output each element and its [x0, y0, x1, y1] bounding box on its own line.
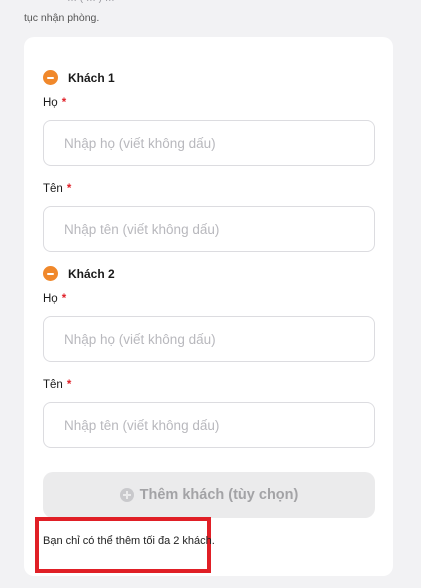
- guest-1-last-name-input[interactable]: [43, 120, 375, 166]
- remove-guest-2-icon[interactable]: [43, 266, 58, 281]
- guest-2-first-name-input[interactable]: [43, 402, 375, 448]
- required-mark: *: [66, 183, 72, 195]
- guest-2-first-name-label: Tên *: [43, 379, 71, 391]
- guest-1-first-name-input[interactable]: [43, 206, 375, 252]
- checkin-note: tục nhận phòng.: [24, 12, 100, 24]
- add-guest-button[interactable]: Thêm khách (tùy chọn): [43, 472, 375, 518]
- required-mark: *: [61, 293, 67, 305]
- label-text: Họ: [43, 97, 58, 109]
- required-mark: *: [66, 379, 72, 391]
- guest-1-last-name-label: Họ *: [43, 97, 66, 109]
- guest-1-header: Khách 1: [43, 70, 115, 85]
- required-mark: *: [61, 97, 67, 109]
- plus-circle-icon: [119, 488, 134, 502]
- label-text: Tên: [43, 379, 63, 391]
- remove-guest-1-icon[interactable]: [43, 70, 58, 85]
- add-guest-label: Thêm khách (tùy chọn): [139, 487, 299, 503]
- guest-2-header: Khách 2: [43, 266, 115, 281]
- label-text: Tên: [43, 183, 63, 195]
- guest-1-title: Khách 1: [68, 70, 115, 85]
- guest-1-first-name-label: Tên *: [43, 183, 71, 195]
- label-text: Họ: [43, 293, 58, 305]
- guest-form-card: Khách 1 Họ* Tên* Khách 2 Họ* Tên* Thêm k…: [24, 37, 393, 576]
- guest-2-last-name-label: Họ *: [43, 293, 66, 305]
- guest-2-title: Khách 2: [68, 266, 115, 281]
- guest-limit-message: Bạn chỉ có thể thêm tối đa 2 khách.: [43, 535, 215, 547]
- clipped-text: … ( … ) …: [67, 0, 115, 4]
- guest-2-last-name-input[interactable]: [43, 316, 375, 362]
